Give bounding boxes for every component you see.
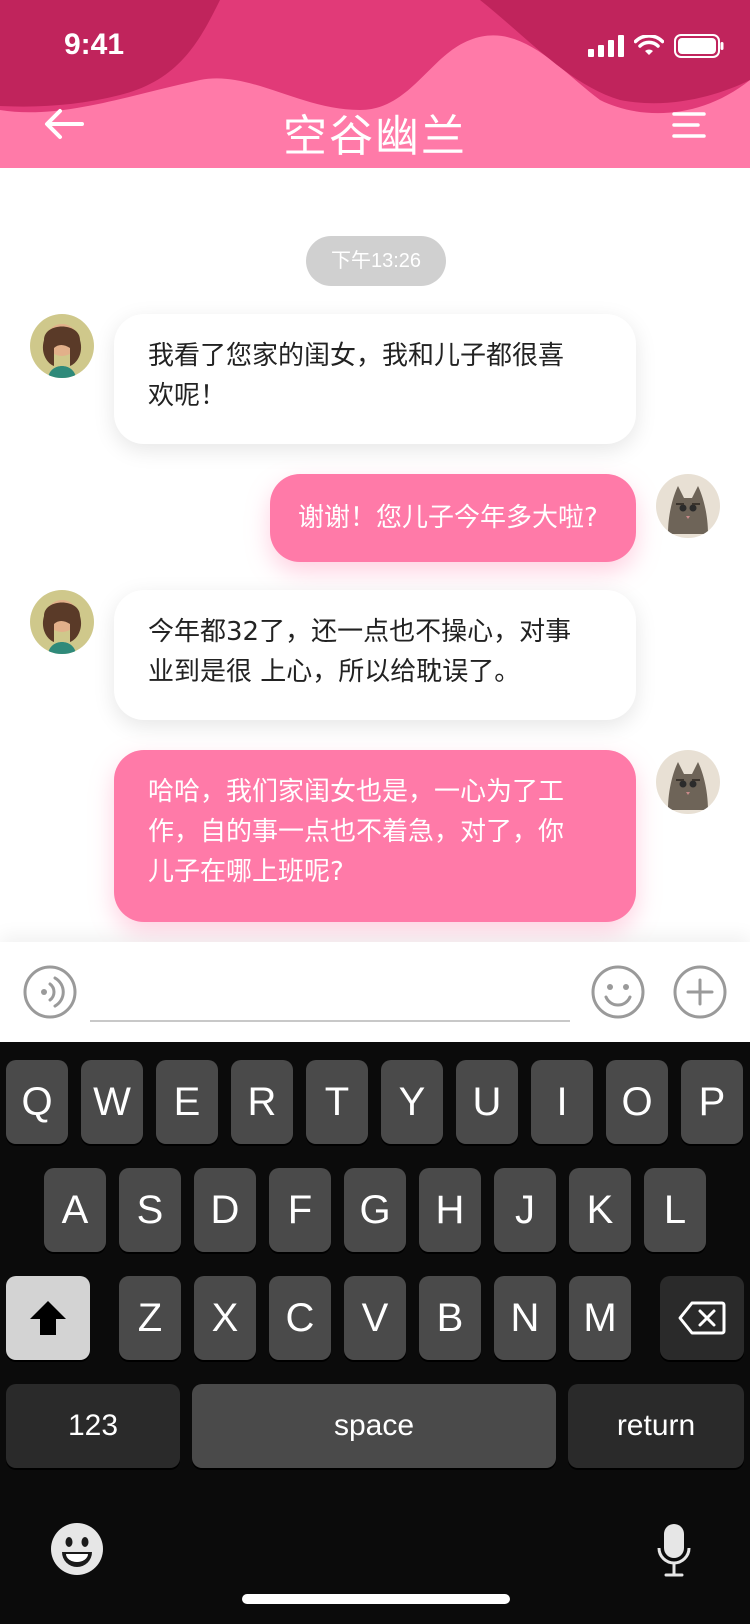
user-avatar[interactable] xyxy=(656,474,720,538)
message-line: 欢呢！ xyxy=(148,381,227,411)
key-k[interactable]: K xyxy=(569,1168,631,1252)
message-input-field[interactable] xyxy=(90,1020,570,1022)
key-h[interactable]: H xyxy=(419,1168,481,1252)
contact-avatar[interactable] xyxy=(30,314,94,378)
header: 9:41 空谷幽兰 xyxy=(0,0,750,168)
emoji-keyboard-icon[interactable] xyxy=(50,1522,104,1576)
key-e[interactable]: E xyxy=(156,1060,218,1144)
key-l[interactable]: L xyxy=(644,1168,706,1252)
key-n[interactable]: N xyxy=(494,1276,556,1360)
page-title: 空谷幽兰 xyxy=(283,111,467,162)
key-q[interactable]: Q xyxy=(6,1060,68,1144)
key-m[interactable]: M xyxy=(569,1276,631,1360)
keyboard: Q W E R T Y U I O P A S D F G H J K L Z … xyxy=(0,1042,750,1624)
message-line: 作，自的事一点也不着急，对了，你 xyxy=(148,817,565,847)
voice-icon[interactable] xyxy=(22,964,78,1020)
key-d[interactable]: D xyxy=(194,1168,256,1252)
key-o[interactable]: O xyxy=(606,1060,668,1144)
key-u[interactable]: U xyxy=(456,1060,518,1144)
message-bubble-incoming[interactable]: 今年都32了，还一点也不操心，对事 业到是很 上心，所以给耽误了。 xyxy=(114,590,636,720)
key-i[interactable]: I xyxy=(531,1060,593,1144)
key-g[interactable]: G xyxy=(344,1168,406,1252)
key-z[interactable]: Z xyxy=(119,1276,181,1360)
message-line: 业到是很 上心，所以给耽误了。 xyxy=(148,657,521,687)
key-p[interactable]: P xyxy=(681,1060,743,1144)
message-bubble-outgoing[interactable]: 哈哈，我们家闺女也是，一心为了工 作，自的事一点也不着急，对了，你 儿子在哪上班… xyxy=(114,750,636,922)
message-line: 谢谢！您儿子今年多大啦? xyxy=(298,503,598,533)
message-input-bar xyxy=(0,942,750,1042)
battery-icon xyxy=(674,34,724,58)
key-f[interactable]: F xyxy=(269,1168,331,1252)
shift-key[interactable] xyxy=(6,1276,90,1360)
message-line: 我看了您家的闺女，我和儿子都很喜 xyxy=(148,341,565,371)
microphone-icon[interactable] xyxy=(656,1522,692,1578)
contact-avatar-image xyxy=(30,590,94,654)
message-bubble-outgoing[interactable]: 谢谢！您儿子今年多大啦? xyxy=(270,474,636,562)
message-line: 今年都32了，还一点也不操心，对事 xyxy=(148,617,572,647)
home-indicator[interactable] xyxy=(242,1594,510,1604)
menu-icon[interactable] xyxy=(670,110,706,140)
message-bubble-incoming[interactable]: 我看了您家的闺女，我和儿子都很喜 欢呢！ xyxy=(114,314,636,444)
key-a[interactable]: A xyxy=(44,1168,106,1252)
contact-avatar-image xyxy=(30,314,94,378)
key-s[interactable]: S xyxy=(119,1168,181,1252)
key-j[interactable]: J xyxy=(494,1168,556,1252)
backspace-key[interactable] xyxy=(660,1276,744,1360)
backspace-icon xyxy=(678,1301,726,1335)
user-avatar-image xyxy=(656,750,720,814)
contact-avatar[interactable] xyxy=(30,590,94,654)
return-key[interactable]: return xyxy=(568,1384,744,1468)
key-x[interactable]: X xyxy=(194,1276,256,1360)
add-icon[interactable] xyxy=(672,964,728,1020)
space-key[interactable]: space xyxy=(192,1384,556,1468)
signal-icon xyxy=(588,35,624,57)
key-w[interactable]: W xyxy=(81,1060,143,1144)
emoji-icon[interactable] xyxy=(590,964,646,1020)
status-icons xyxy=(588,34,724,58)
user-avatar-image xyxy=(656,474,720,538)
shift-icon xyxy=(30,1301,66,1335)
user-avatar[interactable] xyxy=(656,750,720,814)
key-y[interactable]: Y xyxy=(381,1060,443,1144)
chat-screen: 9:41 空谷幽兰 下午13:26 我看了您家的闺女，我和儿子都很喜 欢呢！ 谢… xyxy=(0,0,750,1624)
numbers-key[interactable]: 123 xyxy=(6,1384,180,1468)
key-r[interactable]: R xyxy=(231,1060,293,1144)
message-line: 儿子在哪上班呢? xyxy=(148,857,344,887)
chat-timestamp: 下午13:26 xyxy=(306,236,446,286)
wifi-icon xyxy=(634,35,664,55)
key-b[interactable]: B xyxy=(419,1276,481,1360)
key-t[interactable]: T xyxy=(306,1060,368,1144)
key-v[interactable]: V xyxy=(344,1276,406,1360)
key-c[interactable]: C xyxy=(269,1276,331,1360)
status-time: 9:41 xyxy=(64,28,125,61)
message-line: 哈哈，我们家闺女也是，一心为了工 xyxy=(148,777,565,807)
